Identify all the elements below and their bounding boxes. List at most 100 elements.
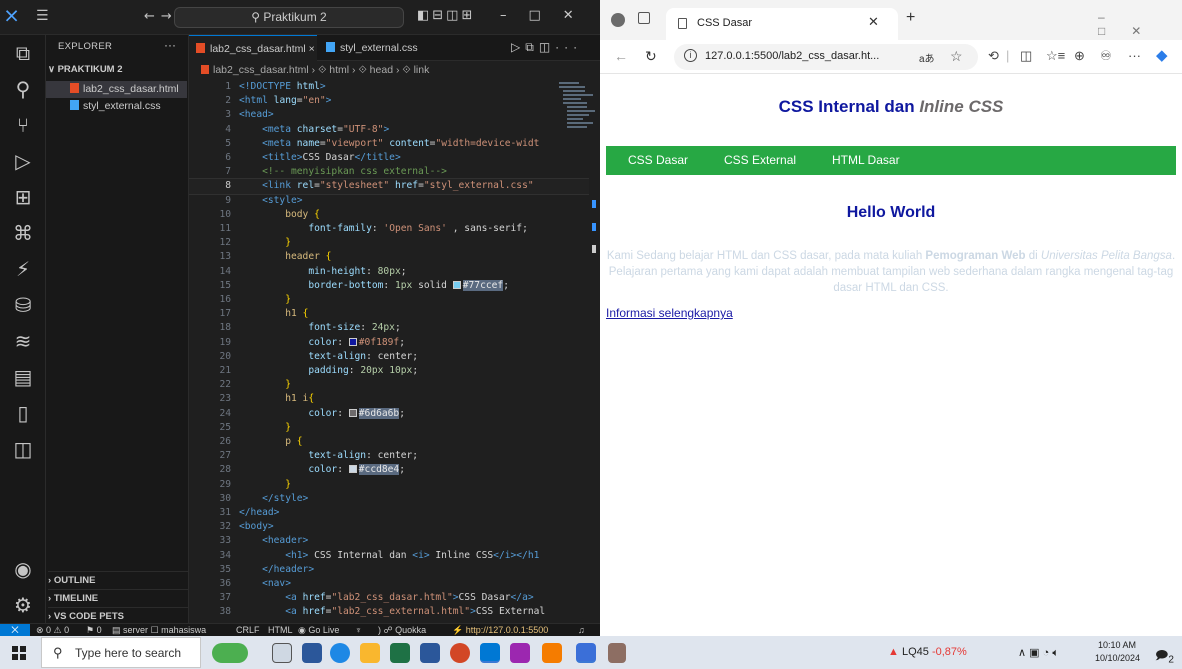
edge-browser-icon[interactable]	[330, 643, 350, 663]
nav-arrows[interactable]: ←→	[144, 9, 178, 24]
maximize-icon[interactable]: □	[1098, 24, 1131, 38]
go-live-button[interactable]: ◉ Go Live	[298, 624, 339, 636]
notifications-icon[interactable]: ♫	[578, 624, 585, 636]
file-item-css[interactable]: styl_external.css	[46, 98, 187, 115]
chevron-up-icon[interactable]: ∧	[1018, 647, 1026, 659]
nav-link-css-dasar[interactable]: CSS Dasar	[628, 153, 688, 167]
nav-link-html-dasar[interactable]: HTML Dasar	[832, 153, 900, 167]
new-tab-button[interactable]: +	[906, 9, 915, 27]
breadcrumb-item[interactable]: head	[370, 64, 393, 76]
breadcrumb-item[interactable]: lab2_css_dasar.html	[213, 64, 309, 76]
eol-indicator[interactable]: CRLF	[236, 624, 260, 636]
address-bar[interactable]: i 127.0.0.1:5500/lab2_css_dasar.ht... aあ…	[674, 44, 978, 70]
preview-icon[interactable]: ⧉	[525, 40, 539, 54]
task-view-icon[interactable]	[272, 643, 292, 663]
color-swatch[interactable]	[348, 337, 357, 346]
back-arrow-icon[interactable]: ←	[144, 9, 161, 24]
url-text[interactable]: 127.0.0.1:5500/lab2_css_dasar.ht...	[705, 50, 879, 62]
notification-center[interactable]: 🗩︎2	[1155, 646, 1174, 667]
app-icon[interactable]	[510, 643, 530, 663]
tab-css-file[interactable]: styl_external.css	[319, 35, 439, 61]
color-swatch[interactable]	[452, 280, 461, 289]
code-editor[interactable]: 1 <!DOCTYPE html> 2 <html lang="en"> 3 <hea…	[189, 80, 589, 623]
source-control-icon[interactable]: ⑂	[9, 111, 37, 139]
live-server-url[interactable]: ⚡ http://127.0.0.1:5500	[452, 624, 548, 636]
file-item-html[interactable]: lab2_css_dasar.html	[46, 81, 187, 98]
hamburger-menu-icon[interactable]: ☰	[36, 8, 49, 24]
profile-avatar[interactable]	[611, 13, 625, 27]
system-tray[interactable]: ∧ ▣ ◔ 🔈︎	[1018, 646, 1059, 660]
window-controls[interactable]: –□✕	[500, 8, 596, 23]
tab-close-icon[interactable]: ✕	[868, 14, 879, 30]
minimap[interactable]	[559, 80, 599, 170]
language-indicator[interactable]: HTML	[268, 624, 293, 636]
tab-actions-icon[interactable]	[638, 12, 650, 24]
server-indicator[interactable]: ▤ server ☐ mahasiswa	[112, 624, 206, 636]
section-outline[interactable]: › OUTLINE	[48, 571, 188, 589]
browser-tab[interactable]: CSS Dasar ✕	[666, 8, 898, 40]
nav-link-css-external[interactable]: CSS External	[724, 153, 796, 167]
database-icon[interactable]: ⛁	[9, 291, 37, 319]
remote-explorer-icon[interactable]: ⌘	[9, 219, 37, 247]
folder-praktikum-2[interactable]: ∨ PRAKTIKUM 2	[48, 64, 188, 80]
extension-icon[interactable]: ⟲	[988, 48, 999, 64]
clock[interactable]: 10:10 AM 10/10/2024	[1095, 639, 1140, 665]
taskbar-search[interactable]: ⚲ Type here to search	[41, 637, 201, 668]
browser-preview-icon[interactable]: ▤	[9, 363, 37, 391]
search-icon[interactable]: ⚲	[9, 75, 37, 103]
close-icon[interactable]: ✕	[563, 8, 596, 23]
info-icon[interactable]: i	[684, 49, 697, 62]
section-timeline[interactable]: › TIMELINE	[48, 589, 188, 607]
more-menu-icon[interactable]: ···	[1128, 48, 1141, 63]
network-icon[interactable]: ▣	[1029, 647, 1039, 659]
command-center-search[interactable]: ⚲ Praktikum 2	[174, 7, 404, 28]
windows-start-icon[interactable]	[12, 646, 26, 660]
copilot-icon[interactable]: ♆	[355, 624, 362, 636]
camera-app-icon[interactable]	[302, 643, 322, 663]
layout-toggles[interactable]: ◧⊟◫⊞	[417, 8, 475, 23]
chat-icon[interactable]: ◫	[9, 435, 37, 463]
window-controls[interactable]: –□✕	[1098, 10, 1182, 38]
split-editor-icon[interactable]: ◫	[539, 40, 555, 54]
live-share-icon[interactable]: ⚡	[9, 255, 37, 283]
copilot-widget-icon[interactable]	[212, 643, 248, 663]
stock-widget[interactable]: ▲ LQ45 -0,87%	[888, 646, 967, 658]
color-swatch[interactable]	[348, 408, 357, 417]
run-icon[interactable]: ▷	[511, 40, 525, 54]
more-info-link[interactable]: Informasi selengkapnya	[606, 306, 733, 320]
copilot-icon[interactable]: ◆	[1156, 46, 1168, 64]
minimize-icon[interactable]: –	[500, 8, 529, 23]
favorite-star-icon[interactable]: ☆	[950, 48, 963, 65]
quokka-indicator[interactable]: ) ☍ Quokka	[378, 624, 426, 636]
file-explorer-icon[interactable]	[360, 643, 380, 663]
edge-window-icon[interactable]	[576, 643, 596, 663]
explorer-icon[interactable]: ⧉	[9, 39, 37, 67]
performance-icon[interactable]: ♾	[1100, 48, 1112, 64]
run-debug-icon[interactable]: ▷	[9, 147, 37, 175]
back-arrow-icon[interactable]: ←	[614, 48, 628, 64]
wifi-icon[interactable]: ◔	[1043, 647, 1050, 659]
layers-icon[interactable]: ≋	[9, 327, 37, 355]
favorites-icon[interactable]: ☆≡	[1046, 48, 1065, 64]
maximize-icon[interactable]: □	[529, 8, 563, 23]
app-icon[interactable]	[608, 643, 626, 663]
vscode-taskbar-icon[interactable]	[480, 643, 500, 663]
breadcrumb-item[interactable]: link	[414, 64, 430, 76]
collections-icon[interactable]: ⊕	[1074, 48, 1085, 64]
close-icon[interactable]: ✕	[1131, 24, 1167, 38]
account-icon[interactable]: ◉	[9, 555, 37, 583]
app-icon[interactable]	[542, 643, 562, 663]
read-aloud-icon[interactable]: aあ	[919, 50, 935, 65]
extensions-icon[interactable]: ⊞	[9, 183, 37, 211]
notebook-icon[interactable]: ▯	[9, 399, 37, 427]
refresh-icon[interactable]: ↻	[645, 48, 657, 65]
color-swatch[interactable]	[348, 465, 357, 474]
split-screen-icon[interactable]: ◫	[1020, 48, 1032, 64]
editor-actions[interactable]: ▷⧉◫···	[511, 40, 582, 55]
tab-close-icon[interactable]: ×	[309, 43, 315, 55]
excel-icon[interactable]	[390, 643, 410, 663]
more-icon[interactable]: ···	[555, 40, 582, 54]
breadcrumb-item[interactable]: html	[329, 64, 349, 76]
word-icon[interactable]	[420, 643, 440, 663]
ports-indicator[interactable]: ⚑ 0	[86, 624, 102, 636]
